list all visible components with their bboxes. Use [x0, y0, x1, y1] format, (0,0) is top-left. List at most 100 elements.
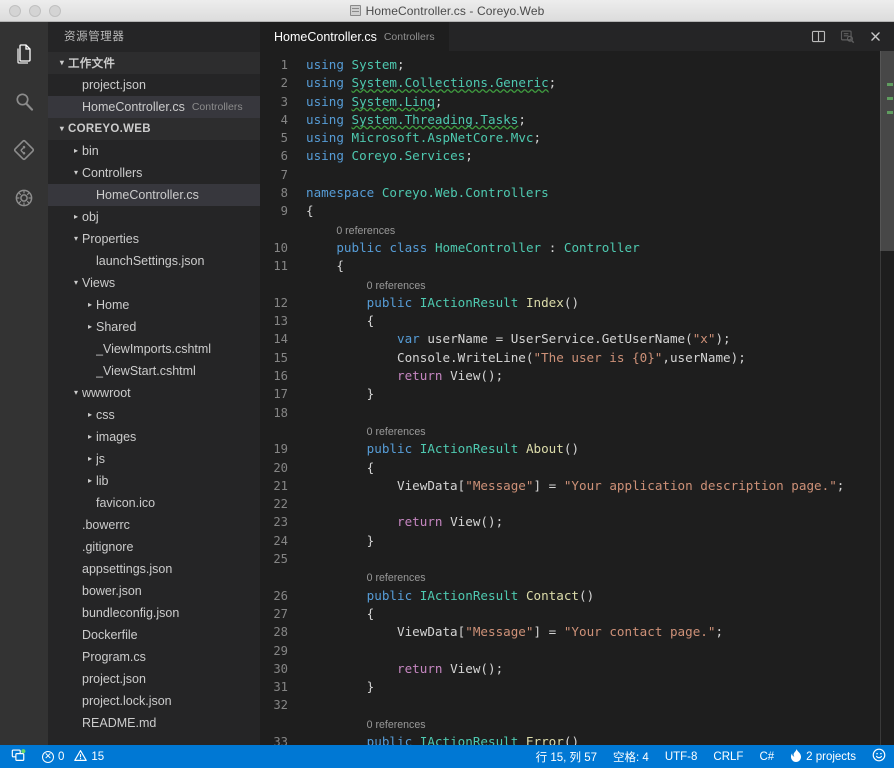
code-token: public [366, 441, 413, 457]
explorer-item-4[interactable]: ▸ bin [48, 140, 260, 162]
code-token: { [306, 258, 344, 274]
status-remote-window[interactable] [0, 745, 34, 768]
code-lens-row[interactable]: 0 references [260, 221, 894, 239]
scrollbar-thumb[interactable] [880, 51, 894, 251]
explorer-item-19[interactable]: ▸ lib [48, 470, 260, 492]
activity-item-debug[interactable] [0, 174, 48, 222]
status-indentation[interactable]: 空格: 4 [605, 745, 657, 768]
explorer-item-13[interactable]: _ViewImports.cshtml [48, 338, 260, 360]
code-token: Console.WriteLine( [306, 349, 534, 365]
smiley-icon [872, 748, 886, 765]
activity-item-source-control[interactable] [0, 126, 48, 174]
activity-bar [0, 22, 48, 745]
debug-icon [12, 186, 36, 210]
code-lens-references[interactable]: 0 references [367, 426, 426, 438]
close-icon[interactable] [869, 30, 882, 43]
explorer-item-7[interactable]: ▸ obj [48, 206, 260, 228]
editor-scrollbar[interactable] [880, 51, 894, 745]
explorer-section-3[interactable]: ▾ COREYO.WEB [48, 118, 260, 140]
explorer-item-5[interactable]: ▾ Controllers [48, 162, 260, 184]
explorer-item-9[interactable]: launchSettings.json [48, 250, 260, 272]
explorer-item-14[interactable]: _ViewStart.cshtml [48, 360, 260, 382]
status-problems[interactable]: ✕ 0 15 [34, 745, 112, 768]
explorer-item-1[interactable]: project.json [48, 74, 260, 96]
activity-item-search[interactable] [0, 78, 48, 126]
split-editor-icon[interactable] [811, 29, 826, 44]
explorer-item-6[interactable]: HomeController.cs [48, 184, 260, 206]
open-preview-icon[interactable] [840, 29, 855, 44]
code-token: System [351, 57, 398, 72]
explorer-item-24[interactable]: bower.json [48, 580, 260, 602]
explorer-item-30[interactable]: README.md [48, 712, 260, 734]
code-line: 5 using Microsoft.AspNetCore.Mvc; [260, 129, 894, 147]
code-line: 25 [260, 550, 894, 568]
code-line: 9{ [260, 202, 894, 220]
explorer-item-2[interactable]: HomeController.cs Controllers [48, 96, 260, 118]
code-text: ViewData["Message"] = "Your contact page… [306, 623, 894, 641]
explorer-section-0[interactable]: ▾ 工作文件 [48, 52, 260, 74]
explorer-item-label: .gitignore [82, 540, 134, 554]
explorer-item-16[interactable]: ▸ css [48, 404, 260, 426]
status-language-mode[interactable]: C# [751, 745, 782, 768]
explorer-item-17[interactable]: ▸ images [48, 426, 260, 448]
code-lens-row[interactable]: 0 references [260, 568, 894, 586]
code-content[interactable]: 1 using System; 2 using System.Collections.… [260, 56, 894, 745]
code-lens-references[interactable]: 0 references [367, 280, 426, 292]
explorer-item-label: Shared [96, 320, 137, 334]
code-lens-row[interactable]: 0 references [260, 422, 894, 440]
status-feedback[interactable] [864, 745, 894, 768]
status-eol[interactable]: CRLF [705, 745, 751, 768]
vscode-icon [349, 5, 361, 16]
explorer-item-15[interactable]: ▾ wwwroot [48, 382, 260, 404]
code-token: View(); [442, 514, 504, 530]
code-editor[interactable]: 1 using System; 2 using System.Collections.… [260, 51, 894, 745]
status-projects[interactable]: 2 projects [782, 745, 864, 768]
explorer-item-22[interactable]: .gitignore [48, 536, 260, 558]
editor-group: HomeController.cs Controllers 1 using Sy… [260, 22, 894, 745]
explorer-item-10[interactable]: ▾ Views [48, 272, 260, 294]
explorer-tree[interactable]: ▾ 工作文件 project.json HomeController.cs Contro… [48, 52, 260, 745]
explorer-item-23[interactable]: appsettings.json [48, 558, 260, 580]
tab-homecontroller-cs[interactable]: HomeController.cs Controllers [260, 22, 450, 51]
explorer-item-18[interactable]: ▸ js [48, 448, 260, 470]
code-lens-row[interactable]: 0 references [260, 276, 894, 294]
status-cursor-position[interactable]: 行 15, 列 57 [528, 745, 605, 768]
window-titlebar: HomeController.cs - Coreyo.Web [0, 0, 894, 22]
explorer-item-label: Controllers [82, 166, 143, 180]
code-token: ] = [533, 477, 564, 493]
explorer-item-12[interactable]: ▸ Shared [48, 316, 260, 338]
line-number: 24 [273, 533, 288, 548]
explorer-item-26[interactable]: Dockerfile [48, 624, 260, 646]
explorer-item-label: appsettings.json [82, 562, 173, 576]
code-line: 8 namespace Coreyo.Web.Controllers [260, 184, 894, 202]
explorer-item-label: css [96, 408, 115, 422]
code-token: { [306, 459, 375, 475]
code-text: public IActionResult About() [306, 440, 894, 458]
vscode-window: HomeController.cs - Coreyo.Web 资源管理器 ▾ 工… [0, 0, 894, 768]
explorer-item-27[interactable]: Program.cs [48, 646, 260, 668]
code-token: About [525, 441, 564, 457]
explorer-item-8[interactable]: ▾ Properties [48, 228, 260, 250]
code-lens-references[interactable]: 0 references [336, 225, 395, 237]
code-lens-row[interactable]: 0 references [260, 715, 894, 733]
explorer-item-label: js [96, 452, 106, 466]
explorer-item-label: images [96, 430, 137, 444]
explorer-item-25[interactable]: bundleconfig.json [48, 602, 260, 624]
code-line: 24 } [260, 532, 894, 550]
explorer-item-29[interactable]: project.lock.json [48, 690, 260, 712]
explorer-item-20[interactable]: favicon.ico [48, 492, 260, 514]
explorer-item-28[interactable]: project.json [48, 668, 260, 690]
explorer-item-11[interactable]: ▸ Home [48, 294, 260, 316]
code-text: var userName = UserService.GetUserName("… [306, 330, 894, 348]
code-token: "x" [692, 331, 716, 347]
code-lens-references[interactable]: 0 references [367, 719, 426, 731]
activity-item-explorer[interactable] [0, 30, 48, 78]
explorer-item-label: Views [82, 276, 116, 290]
code-line: 2 using System.Collections.Generic; [260, 74, 894, 92]
code-lens-references[interactable]: 0 references [367, 572, 426, 584]
tab-label: HomeController.cs [274, 29, 377, 44]
code-text: } [306, 678, 894, 696]
status-encoding[interactable]: UTF-8 [657, 745, 706, 768]
explorer-item-21[interactable]: .bowerrc [48, 514, 260, 536]
